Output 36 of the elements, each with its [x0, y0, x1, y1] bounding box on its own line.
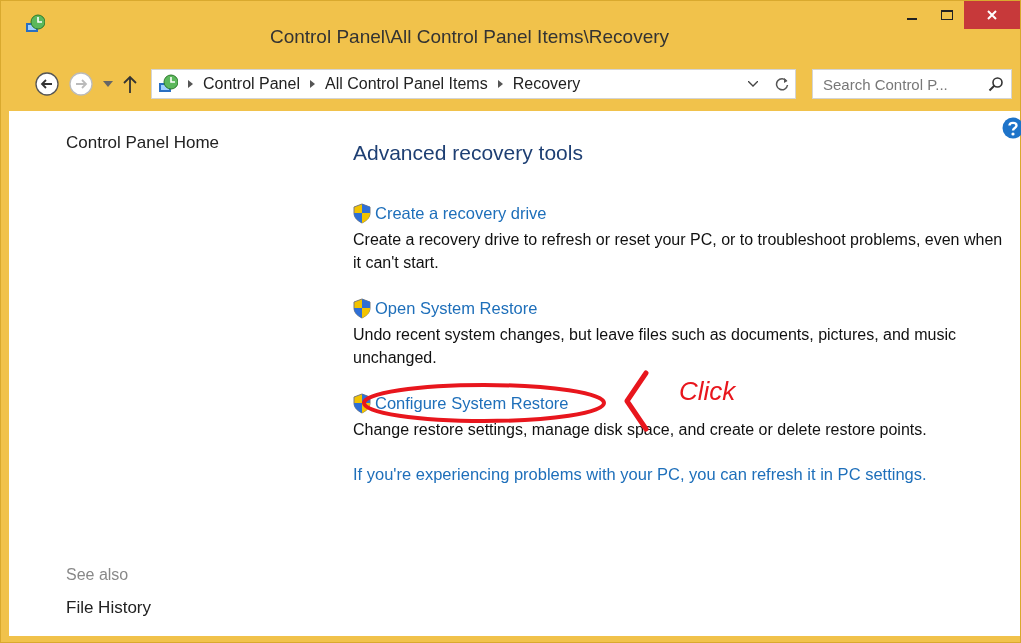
breadcrumb-item[interactable]: Control Panel [203, 75, 300, 93]
chevron-right-icon [188, 80, 193, 88]
sidebar-link[interactable]: Control Panel Home [66, 133, 353, 153]
breadcrumb-item[interactable]: All Control Panel Items [324, 75, 488, 93]
minimize-icon [906, 18, 917, 20]
task-description: Create a recovery drive to refresh or reset your PC, or to troubleshoot problems, even when it can't start. [353, 230, 1003, 273]
task-description: Undo recent system changes, but leave files such as documents, pictures, and music unchanged. [353, 325, 957, 368]
up-arrow-icon [123, 75, 137, 93]
caret-icon [103, 81, 113, 87]
annotation-label: Click [679, 376, 736, 407]
shield-icon [353, 298, 371, 319]
chevron-right-icon [497, 80, 503, 88]
task-link[interactable]: Open System Restore [375, 299, 538, 318]
close-icon [987, 10, 997, 20]
chevron-right-icon [309, 80, 315, 88]
shield-icon [353, 203, 371, 224]
maximize-icon [940, 10, 953, 20]
sidebar-link[interactable]: File History [66, 598, 353, 618]
up-button[interactable] [121, 73, 139, 95]
control-panel-icon [158, 74, 178, 94]
recent-locations-button[interactable] [101, 79, 115, 89]
window-title: Control Panel\All Control Panel Items\Recovery [268, 26, 671, 48]
settings-link[interactable]: If you're experiencing problems with your PC, you can refresh it in PC settings. [353, 465, 1020, 484]
section-label: See also [66, 566, 130, 584]
close-button[interactable] [964, 1, 1020, 29]
back-button[interactable] [33, 70, 61, 98]
address-bar[interactable]: Control Panel All Control Panel Items Recovery [151, 69, 796, 99]
shield-icon [353, 393, 371, 414]
search-icon [988, 76, 1004, 92]
breadcrumb-item[interactable]: Recovery [512, 75, 581, 93]
control-panel-icon [25, 14, 45, 34]
task-link[interactable]: Create a recovery drive [375, 204, 547, 223]
section-heading: Advanced recovery tools [353, 141, 584, 165]
dropdown-chevron-icon [748, 81, 758, 87]
refresh-icon [775, 77, 789, 91]
search-field[interactable]: Search Control P... [812, 69, 1012, 99]
